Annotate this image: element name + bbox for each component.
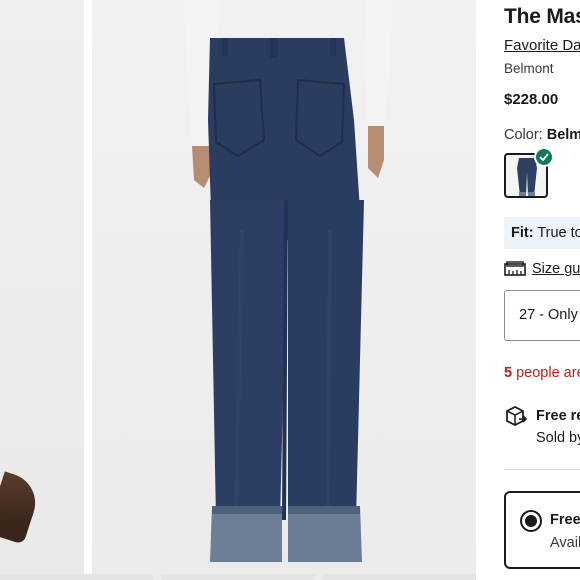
gallery-thumbnail[interactable] [322, 574, 476, 580]
return-box-icon [506, 406, 528, 426]
gallery-thumbnail-strip [0, 574, 476, 580]
product-title: The Mas [504, 5, 580, 28]
urgency-text: people are [516, 365, 580, 381]
urgency-count: 5 [504, 365, 513, 381]
size-guide-link[interactable]: Size guid [504, 258, 580, 280]
fit-label: Fit: [511, 225, 534, 241]
shipping-option-title: Free [550, 512, 580, 528]
size-select[interactable]: 27 - Only [504, 290, 580, 341]
main-product-image[interactable] [92, 0, 476, 580]
urgency-message: 5 people are [504, 365, 580, 381]
divider [504, 469, 580, 470]
sold-by-text: Sold by [536, 430, 580, 446]
size-guide-label: Size guid [532, 261, 580, 277]
shipping-option-availability: Avail [550, 535, 580, 551]
product-price: $228.00 [504, 91, 559, 108]
jeans-back-view-photo [184, 0, 392, 562]
check-icon [534, 147, 554, 167]
product-details-panel: The Mas Favorite Da Belmont $228.00 Colo… [504, 0, 580, 580]
shipping-option-card[interactable]: Free Avail [504, 491, 580, 569]
color-selector-label: Color: Belmo [504, 127, 580, 143]
boot-image-fragment [0, 471, 43, 545]
gallery-thumbnail-left[interactable] [0, 0, 84, 580]
gallery-thumbnail[interactable] [161, 574, 315, 580]
shipping-radio-selected[interactable] [520, 510, 542, 532]
free-returns-title: Free ret [536, 408, 580, 424]
gallery-thumbnail[interactable] [0, 574, 154, 580]
size-select-value: 27 - Only [519, 307, 578, 323]
fit-info-banner: Fit: True to [504, 217, 580, 249]
color-label: Color: [504, 127, 543, 143]
ruler-icon [504, 261, 526, 276]
fit-value: True to [537, 225, 580, 241]
selected-color-name: Belmo [546, 127, 580, 143]
brand-link[interactable]: Favorite Da [504, 37, 580, 54]
product-color-name: Belmont [504, 61, 554, 76]
